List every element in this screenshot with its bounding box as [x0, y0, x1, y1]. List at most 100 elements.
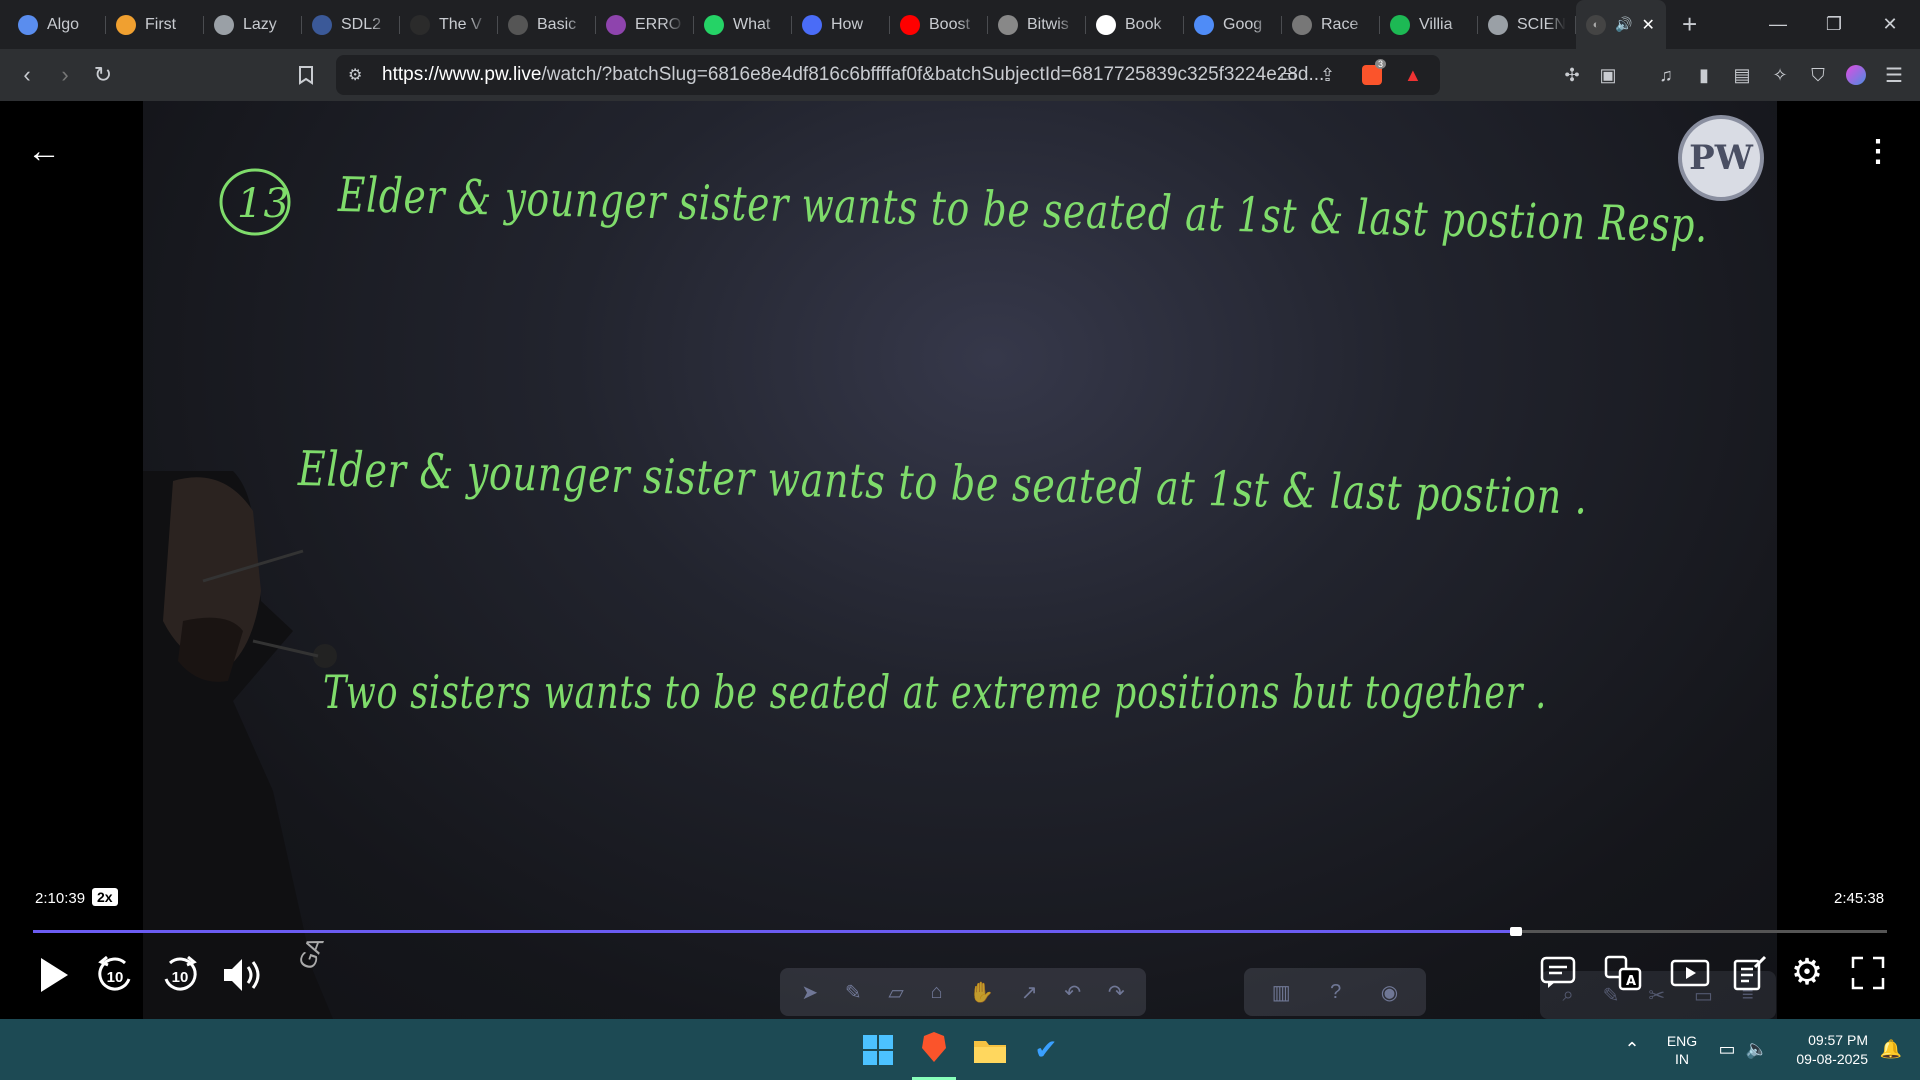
seek-bar[interactable]: [33, 930, 1887, 933]
chat-icon[interactable]: [1538, 953, 1578, 993]
brave-browser-icon[interactable]: [912, 1019, 956, 1080]
tab-14[interactable]: Villia: [1380, 0, 1478, 49]
hand-tool-icon: ✋: [969, 981, 995, 1004]
close-window-button[interactable]: ✕: [1862, 0, 1918, 49]
back-arrow-icon[interactable]: ←: [24, 131, 64, 171]
tab-0[interactable]: Algo: [8, 0, 106, 49]
tab-11[interactable]: Book: [1086, 0, 1184, 49]
wallet-icon[interactable]: ▤: [1724, 57, 1760, 93]
notes-icon[interactable]: [1730, 953, 1770, 993]
poll-chart-icon: ▥: [1271, 981, 1291, 1004]
forward-button[interactable]: ›: [47, 57, 83, 93]
tab-list: Algo First Lazy SDL2 The V Basic ERRO What How Bo…: [8, 0, 1576, 49]
reload-button[interactable]: ↻: [85, 57, 121, 93]
rewind-10-button[interactable]: 10: [95, 953, 135, 997]
tab-label: SDL2: [341, 15, 382, 33]
seek-thumb[interactable]: [1510, 927, 1523, 936]
board-line-1: Elder & younger sister wants to be seate…: [337, 167, 1709, 254]
new-tab-button[interactable]: +: [1666, 0, 1713, 49]
language-indicator[interactable]: ENG IN: [1656, 1019, 1708, 1080]
tab-label: Goog: [1223, 15, 1263, 33]
leo-ai-icon[interactable]: ✧: [1762, 57, 1798, 93]
speaker-tray-icon[interactable]: 🔈: [1744, 1019, 1770, 1080]
translate-icon[interactable]: A: [1604, 953, 1644, 993]
clock-time: 09:57 PM: [1808, 1031, 1868, 1048]
question-number: 13: [237, 181, 290, 227]
tab-label: What: [733, 15, 771, 33]
more-options-icon[interactable]: ⋮: [1860, 129, 1896, 173]
media-icon[interactable]: ♫: [1648, 57, 1684, 93]
browser-tab-strip: Algo First Lazy SDL2 The V Basic ERRO What How Bo…: [0, 0, 1920, 49]
restore-button[interactable]: ❐: [1806, 0, 1862, 49]
forward-label: 10: [171, 969, 189, 986]
tab-label: ERRO: [635, 15, 682, 33]
sidebar-icon[interactable]: ▮: [1686, 57, 1722, 93]
tab-label: Basic: [537, 15, 577, 33]
site-settings-icon[interactable]: ⚙: [348, 65, 362, 85]
show-hidden-icons-icon[interactable]: ⌃: [1620, 1019, 1644, 1080]
close-tab-icon[interactable]: ✕: [1641, 15, 1654, 35]
tab-6[interactable]: ERRO: [596, 0, 694, 49]
how-favicon: [802, 14, 822, 35]
minimize-button[interactable]: —: [1750, 0, 1806, 49]
volume-icon[interactable]: [220, 953, 264, 997]
picture-in-picture-icon[interactable]: [1670, 953, 1710, 993]
spotify-favicon: [1390, 14, 1410, 35]
bookmark-icon[interactable]: [288, 57, 324, 93]
tab-10[interactable]: Bitwis: [988, 0, 1086, 49]
vpn-icon[interactable]: ⛉: [1800, 57, 1836, 93]
settings-gear-icon[interactable]: ⚙: [1786, 951, 1828, 993]
reader-mode-icon[interactable]: ▣: [1590, 57, 1626, 93]
tab-13[interactable]: Race: [1282, 0, 1380, 49]
tab-label: Book: [1125, 15, 1162, 33]
shield-count-badge: 3: [1375, 59, 1387, 69]
tab-2[interactable]: Lazy: [204, 0, 302, 49]
tab-7[interactable]: What: [694, 0, 792, 49]
vscode-icon[interactable]: ✔: [1024, 1019, 1068, 1080]
fullscreen-icon[interactable]: [1848, 953, 1888, 993]
tab-5[interactable]: Basic: [498, 0, 596, 49]
address-bar[interactable]: ⚙ https://www.pw.live/watch/?batchSlug=6…: [336, 55, 1440, 95]
extensions-icon[interactable]: ✣: [1554, 57, 1590, 93]
svg-text:A: A: [1626, 974, 1636, 989]
tab-8[interactable]: How: [792, 0, 890, 49]
w3schools-favicon: [410, 14, 430, 35]
globe-favicon: [214, 14, 234, 35]
tab-label: Bitwis: [1027, 15, 1069, 33]
playback-speed-badge[interactable]: 2x: [92, 888, 118, 906]
play-button[interactable]: [34, 951, 74, 999]
tab-15[interactable]: SCIEN: [1478, 0, 1576, 49]
tab-12[interactable]: Goog: [1184, 0, 1282, 49]
tab-active-pw[interactable]: ◐ 🔊 ✕: [1576, 0, 1666, 49]
network-icon[interactable]: ▭: [1714, 1019, 1740, 1080]
redo-icon: ↷: [1107, 981, 1125, 1004]
profile-avatar[interactable]: [1838, 57, 1874, 93]
tab-label: SCIEN: [1517, 15, 1566, 33]
brave-rewards-icon[interactable]: ▲: [1404, 65, 1422, 86]
browser-toolbar: ‹ › ↻ ⚙ https://www.pw.live/watch/?batch…: [0, 49, 1920, 101]
video-player[interactable]: 13 Elder & younger sister wants to be se…: [0, 101, 1920, 1019]
clock[interactable]: 09:57 PM 09-08-2025: [1778, 1019, 1868, 1080]
notification-bell-icon[interactable]: 🔔: [1876, 1019, 1906, 1080]
video-call-icon: ◉: [1380, 981, 1399, 1004]
url-text: https://www.pw.live/watch/?batchSlug=681…: [382, 64, 1325, 85]
menu-icon[interactable]: ☰: [1876, 57, 1912, 93]
file-explorer-icon[interactable]: [968, 1019, 1012, 1080]
tab-4[interactable]: The V: [400, 0, 498, 49]
question-icon: ?: [1330, 980, 1342, 1003]
windows-start-icon[interactable]: [858, 1019, 898, 1080]
install-app-icon[interactable]: ▭: [1280, 65, 1297, 86]
highlighter-tool-icon: ▱: [888, 981, 904, 1004]
lang-bottom: IN: [1675, 1050, 1689, 1067]
tab-audio-icon[interactable]: 🔊: [1615, 16, 1632, 33]
tab-label: Boost: [929, 15, 970, 33]
tab-9[interactable]: Boost: [890, 0, 988, 49]
globe-favicon: [1488, 14, 1508, 35]
lang-top: ENG: [1666, 1032, 1698, 1049]
forward-10-button[interactable]: 10: [160, 953, 200, 997]
tab-label: The V: [439, 15, 482, 33]
tab-1[interactable]: First: [106, 0, 204, 49]
back-button[interactable]: ‹: [9, 57, 45, 93]
share-icon[interactable]: ⇪: [1320, 65, 1335, 86]
tab-3[interactable]: SDL2: [302, 0, 400, 49]
